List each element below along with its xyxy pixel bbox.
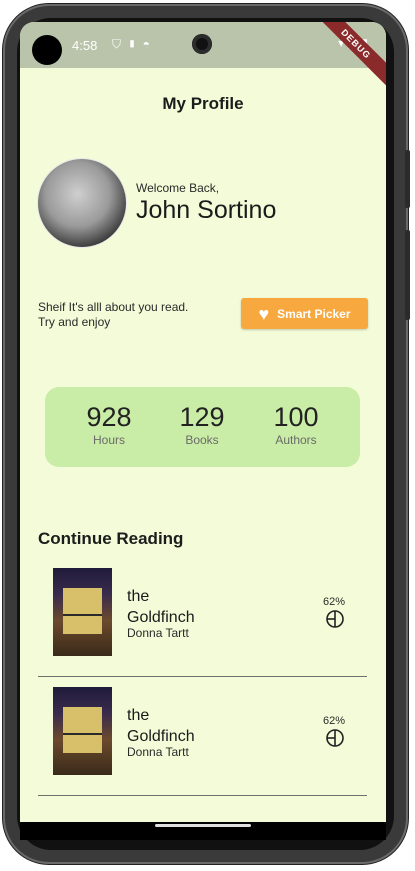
notification-icons: ⛉▮◓ — [112, 37, 156, 51]
user-name: John Sortino — [136, 196, 277, 224]
book-progress: 62% — [322, 715, 346, 727]
page-title: My Profile — [162, 94, 244, 113]
book-title: the Goldfinch — [127, 586, 195, 628]
book-cover — [53, 568, 112, 656]
app-screen: 4:58 ⛉▮◓ ▾◢▮ DEBUG My Profile Welcome Ba… — [20, 22, 386, 822]
continue-reading-heading: Continue Reading — [38, 529, 184, 548]
progress-pie-icon — [326, 610, 344, 628]
book-author: Donna Tartt — [127, 626, 189, 640]
book-list-item[interactable]: the Goldfinch Donna Tartt 62% — [38, 558, 367, 677]
status-bar: 4:58 ⛉▮◓ ▾◢▮ DEBUG — [20, 22, 386, 93]
book-progress: 62% — [322, 596, 346, 608]
stat-value: 928 — [86, 402, 132, 432]
cover-glasses — [63, 614, 102, 622]
heart-icon: ♥ — [258, 303, 270, 324]
book-title-line-2: Goldfinch — [127, 728, 195, 745]
volume-button — [405, 150, 410, 208]
book-cover — [53, 687, 112, 775]
cover-label — [63, 588, 102, 634]
book-title-line-2: Goldfinch — [127, 609, 195, 626]
book-title-line-1: the — [127, 707, 150, 724]
tagline: Sheif It's alll about you read. Try and … — [38, 300, 188, 330]
avatar[interactable] — [38, 159, 126, 247]
book-title-line-1: the — [127, 588, 150, 605]
book-title: the Goldfinch — [127, 705, 195, 747]
smart-picker-button[interactable]: ♥ Smart Picker — [241, 298, 368, 329]
stat-books: 129 Books — [157, 403, 247, 447]
navigation-bar — [20, 822, 386, 840]
cover-label — [63, 707, 102, 753]
smart-picker-label: Smart Picker — [277, 306, 351, 321]
stat-label: Books — [185, 433, 219, 447]
status-time: 4:58 — [72, 38, 98, 53]
power-button — [405, 230, 410, 320]
tagline-line-1: Sheif It's alll about you read. — [38, 300, 189, 314]
stat-value: 129 — [179, 402, 225, 432]
progress-pie-icon — [326, 729, 344, 747]
home-gesture-handle[interactable] — [155, 824, 251, 827]
stat-hours: 928 Hours — [64, 403, 154, 447]
punch-hole — [32, 35, 62, 65]
stat-authors: 100 Authors — [251, 403, 341, 447]
cover-glasses — [63, 733, 102, 741]
stats-card: 928 Hours 129 Books 100 Authors — [45, 387, 360, 467]
stat-label: Hours — [92, 433, 125, 447]
book-list-item[interactable]: the Goldfinch Donna Tartt 62% — [38, 677, 367, 796]
debug-banner: DEBUG — [307, 22, 386, 93]
welcome-text: Welcome Back, — [136, 181, 220, 195]
tagline-line-2: Try and enjoy — [38, 315, 111, 329]
front-camera — [192, 34, 212, 54]
stat-label: Authors — [275, 433, 317, 447]
stat-value: 100 — [273, 402, 319, 432]
book-author: Donna Tartt — [127, 745, 189, 759]
